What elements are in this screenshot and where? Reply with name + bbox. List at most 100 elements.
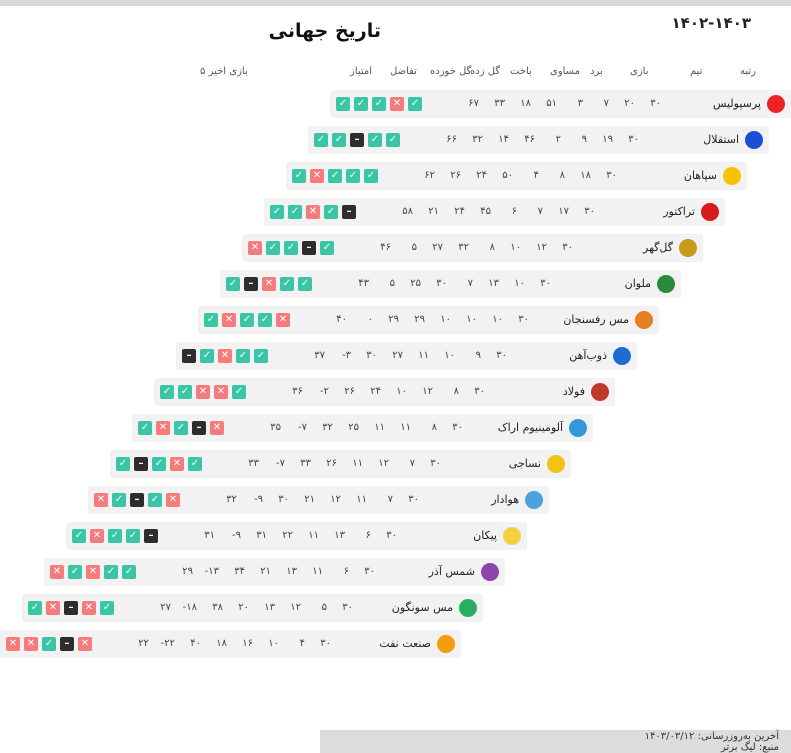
win-badge: ✓ <box>364 169 378 183</box>
loss-badge: ✕ <box>166 493 180 507</box>
team-name[interactable]: تراکتور <box>663 205 695 218</box>
stat-gf: ۲۹ <box>414 314 425 325</box>
stat-played: ۳۰ <box>518 314 529 325</box>
win-badge: ✓ <box>372 97 386 111</box>
team-name[interactable]: پیکان <box>473 529 497 542</box>
stat-won: ۱۰ <box>492 314 503 325</box>
table-row[interactable]: شمس آذر ۳۰ ۶ ۱۱ ۱۳ ۲۱ ۳۴ -۱۳ ۲۹ ✕ ✓ ✕ ✓ ✓ <box>44 558 505 586</box>
stat-drawn: ۷ <box>537 206 543 217</box>
team-name[interactable]: استقلال <box>703 133 739 146</box>
team-name[interactable]: مس سونگون <box>392 601 453 614</box>
team-name[interactable]: مس رفسنجان <box>563 313 629 326</box>
win-badge: ✓ <box>160 385 174 399</box>
win-badge: ✓ <box>292 169 306 183</box>
win-badge: ✓ <box>408 97 422 111</box>
column-header[interactable]: تیم <box>690 66 702 77</box>
stat-drawn: ۱۳ <box>488 278 499 289</box>
team-name[interactable]: شمس آذر <box>429 565 475 578</box>
team-name[interactable]: سپاهان <box>684 169 717 182</box>
column-header[interactable]: تفاضل <box>390 66 417 77</box>
column-header[interactable]: رتبه <box>740 66 756 77</box>
stat-gd: -۲ <box>320 386 329 397</box>
stat-won: ۱۷ <box>558 206 569 217</box>
table-row[interactable]: آلومینیوم اراک ۳۰ ۸ ۱۱ ۱۱ ۲۵ ۳۲ -۷ ۳۵ ✓ ✕ ✓ – ✕ <box>132 414 593 442</box>
table-row[interactable]: پیکان ۳۰ ۶ ۱۳ ۱۱ ۲۲ ۳۱ -۹ ۳۱ ✓ ✕ ✓ ✓ – <box>66 522 527 550</box>
win-badge: ✓ <box>324 205 338 219</box>
win-badge: ✓ <box>280 277 294 291</box>
win-badge: ✓ <box>104 565 118 579</box>
stat-pts: ۳۳ <box>248 458 259 469</box>
column-header[interactable]: بازی <box>630 66 649 77</box>
stat-won: ۷ <box>409 458 415 469</box>
stat-gf: ۲۲ <box>282 530 293 541</box>
loss-badge: ✕ <box>390 97 404 111</box>
win-badge: ✓ <box>174 421 188 435</box>
table-row[interactable]: گل‌گهر ۳۰ ۱۲ ۱۰ ۸ ۳۲ ۲۷ ۵ ۴۶ ✕ ✓ ✓ – ✓ <box>242 234 703 262</box>
column-header[interactable]: برد <box>590 66 603 77</box>
table-row[interactable]: هوادار ۳۰ ۷ ۱۱ ۱۲ ۲۱ ۳۰ -۹ ۳۲ ✕ ✓ – ✓ ✕ <box>88 486 549 514</box>
stat-played: ۳۰ <box>496 350 507 361</box>
stat-drawn: ۱۲ <box>422 386 433 397</box>
column-header[interactable]: باخت <box>510 66 532 77</box>
column-header[interactable]: گل خورده <box>430 66 471 77</box>
stat-gf: ۴۵ <box>480 206 491 217</box>
team-name[interactable]: صنعت نفت <box>379 637 431 650</box>
table-row[interactable]: ملوان ۳۰ ۱۰ ۱۳ ۷ ۳۰ ۲۵ ۵ ۴۳ ✓ – ✕ ✓ ✓ <box>220 270 681 298</box>
loss-badge: ✕ <box>218 349 232 363</box>
stat-lost: ۱۰ <box>396 386 407 397</box>
team-name[interactable]: هوادار <box>491 493 519 506</box>
table-row[interactable]: ذوب‌آهن ۳۰ ۹ ۱۰ ۱۱ ۲۷ ۳۰ -۳ ۳۷– ✓ ✕ ✓ ✓ <box>176 342 637 370</box>
loss-badge: ✕ <box>86 565 100 579</box>
team-name[interactable]: گل‌گهر <box>643 241 673 254</box>
stat-lost: ۳ <box>577 98 583 109</box>
stat-gd: ۲۱ <box>428 206 439 217</box>
stat-pts: ۳۷ <box>314 350 325 361</box>
team-name[interactable]: پرسپولیس <box>713 97 761 110</box>
top-scroll-track <box>0 0 791 6</box>
win-badge: ✓ <box>138 421 152 435</box>
table-row[interactable]: فولاد ۳۰ ۸ ۱۲ ۱۰ ۲۴ ۲۶ -۲ ۳۶ ✓ ✓ ✕ ✕ ✓ <box>154 378 615 406</box>
win-badge: ✓ <box>126 529 140 543</box>
table-row[interactable]: استقلال ۳۰ ۱۹ ۹ ۲ ۴۶ ۱۴ ۳۲ ۶۶ ✓ ✓ – ✓ ✓ <box>308 126 769 154</box>
win-badge: ✓ <box>386 133 400 147</box>
stat-gf: ۲۱ <box>260 566 271 577</box>
table-row[interactable]: سپاهان ۳۰ ۱۸ ۸ ۴ ۵۰ ۲۴ ۲۶ ۶۲ ✓ ✕ ✓ ✓ ✓ <box>286 162 747 190</box>
stat-gd: -۹ <box>254 494 263 505</box>
draw-badge: – <box>144 529 158 543</box>
table-row[interactable]: مس سونگون ۳۰ ۵ ۱۲ ۱۳ ۲۰ ۳۸ -۱۸ ۲۷ ✓ ✕ – ✕ ✓ <box>22 594 483 622</box>
table-row[interactable]: نساجی ۳۰ ۷ ۱۲ ۱۱ ۲۶ ۳۳ -۷ ۳۳ ✓ – ✓ ✕ ✓ <box>110 450 571 478</box>
stat-ga: ۲۴ <box>454 206 465 217</box>
table-row[interactable]: صنعت نفت ۳۰ ۴ ۱۰ ۱۶ ۱۸ ۴۰ -۲۲ ۲۲ ✕ ✕ ✓ – ✕ <box>0 630 461 658</box>
win-badge: ✓ <box>254 349 268 363</box>
team-name[interactable]: فولاد <box>563 385 585 398</box>
column-header[interactable]: ۵ بازی اخیر <box>200 66 248 77</box>
loss-badge: ✕ <box>170 457 184 471</box>
stat-drawn: ۱۰ <box>268 638 279 649</box>
stat-ga: ۲۶ <box>344 386 355 397</box>
table-row[interactable]: تراکتور ۳۰ ۱۷ ۷ ۶ ۴۵ ۲۴ ۲۱ ۵۸ ✓ ✓ ✕ ✓ – <box>264 198 725 226</box>
win-badge: ✓ <box>204 313 218 327</box>
team-name[interactable]: ذوب‌آهن <box>569 349 607 362</box>
win-badge: ✓ <box>178 385 192 399</box>
stat-pts: ۶۲ <box>424 170 435 181</box>
season-label[interactable]: ۱۴۰۲-۱۴۰۳ <box>672 14 751 32</box>
team-logo-icon <box>503 527 521 545</box>
team-name[interactable]: آلومینیوم اراک <box>498 421 563 434</box>
team-logo-icon <box>635 311 653 329</box>
table-row[interactable]: پرسپولیس ۳۰ ۲۰ ۷ ۳ ۵۱ ۱۸ ۳۳ ۶۷ ✓ ✓ ✓ ✕ ✓ <box>330 90 791 118</box>
team-name[interactable]: ملوان <box>625 277 651 290</box>
stat-pts: ۶۶ <box>446 134 457 145</box>
stat-played: ۳۰ <box>628 134 639 145</box>
table-row[interactable]: مس رفسنجان ۳۰ ۱۰ ۱۰ ۱۰ ۲۹ ۲۹ ۰ ۴۰ ✓ ✕ ✓ ✓ ✕ <box>198 306 659 334</box>
stat-gd: -۷ <box>276 458 285 469</box>
loss-badge: ✕ <box>50 565 64 579</box>
stat-played: ۳۰ <box>606 170 617 181</box>
stat-played: ۳۰ <box>430 458 441 469</box>
loss-badge: ✕ <box>306 205 320 219</box>
stat-pts: ۴۰ <box>336 314 347 325</box>
footer-source: منبع: لیگ برتر <box>720 742 779 753</box>
column-header[interactable]: مساوی <box>550 66 580 77</box>
column-header[interactable]: امتیاز <box>350 66 372 77</box>
team-name[interactable]: نساجی <box>509 457 541 470</box>
column-header[interactable]: گل زده <box>470 66 500 77</box>
